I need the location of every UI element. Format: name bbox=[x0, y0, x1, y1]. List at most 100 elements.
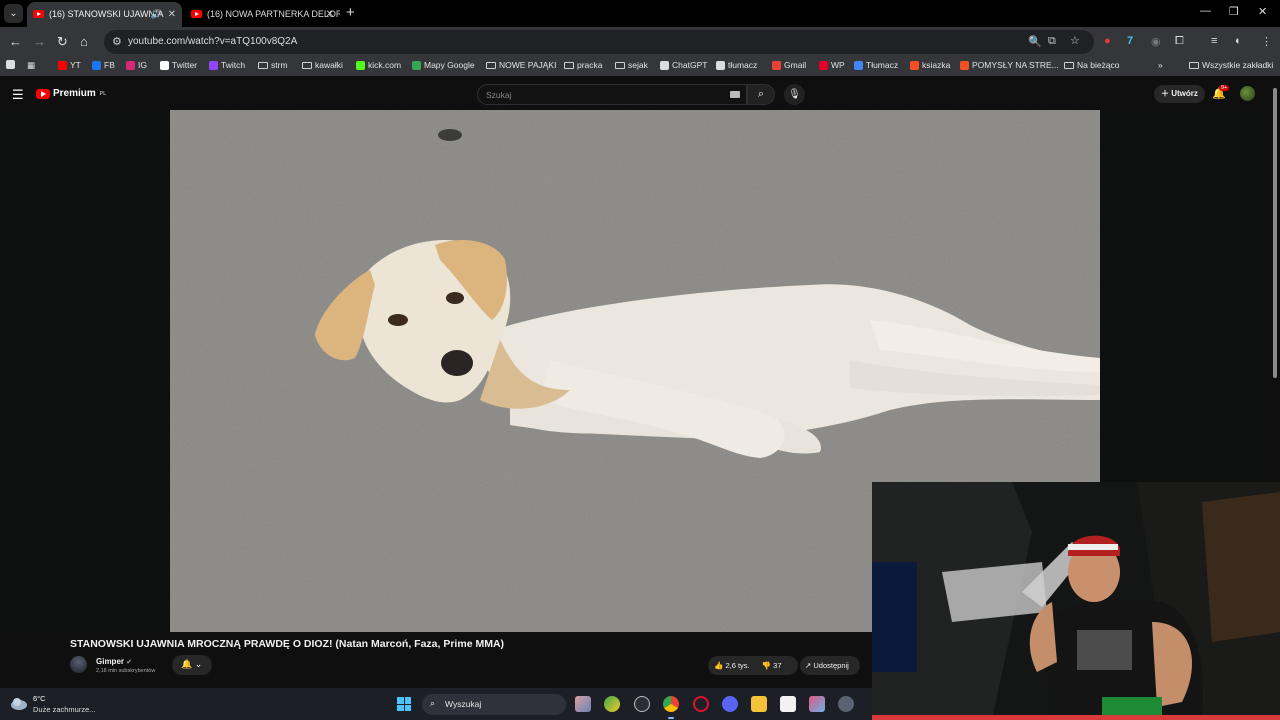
bookmark-strm[interactable]: strm bbox=[258, 60, 288, 70]
bookmark-kawałki[interactable]: kawałki bbox=[302, 60, 343, 70]
wooden-cabinet bbox=[1202, 492, 1280, 642]
back-icon[interactable]: ← bbox=[9, 34, 22, 49]
close-window-button[interactable]: ✕ bbox=[1258, 5, 1267, 18]
photo-app-icon[interactable] bbox=[575, 696, 591, 712]
record-extension-icon[interactable]: ● bbox=[1104, 35, 1111, 47]
more-bookmarks-icon[interactable]: » bbox=[1158, 60, 1163, 70]
media-app-icon[interactable] bbox=[809, 696, 825, 712]
file-explorer-icon[interactable] bbox=[751, 696, 767, 712]
settings-gear-icon[interactable] bbox=[838, 696, 854, 712]
close-tab-icon[interactable]: ✕ bbox=[168, 2, 176, 27]
channel-name[interactable]: Gimper ✔ bbox=[96, 657, 132, 666]
bookmark-ksiazka[interactable]: ksiazka bbox=[910, 60, 950, 70]
webcam-overlay bbox=[872, 482, 1280, 720]
bookmark-yt[interactable]: YT bbox=[58, 60, 81, 70]
kick-icon bbox=[356, 60, 365, 70]
forward-icon[interactable]: → bbox=[33, 34, 46, 49]
channel-avatar[interactable] bbox=[70, 656, 87, 673]
address-bar[interactable]: ⚙ youtube.com/watch?v=aTQ100v8Q2A 🔍 ⧉ ☆ bbox=[104, 30, 1094, 54]
translate-icon bbox=[854, 60, 863, 70]
minimize-button[interactable]: — bbox=[1200, 5, 1211, 17]
shirt-print bbox=[1077, 630, 1132, 670]
share-icon: ↗ bbox=[805, 661, 812, 670]
discord-icon[interactable] bbox=[722, 696, 738, 712]
scrollbar-thumb[interactable] bbox=[1273, 88, 1277, 378]
x-icon bbox=[160, 60, 169, 70]
bookmark-star-icon[interactable]: ☆ bbox=[1070, 34, 1080, 47]
bookmark-ig[interactable]: IG bbox=[126, 60, 147, 70]
extensions-puzzle-icon[interactable]: ⧠ bbox=[1175, 35, 1184, 48]
youtube-premium-logo[interactable]: Premium PL bbox=[36, 88, 106, 99]
tab-stanowski[interactable]: (16) STANOWSKI UJAWNIA 🔊 ✕ bbox=[27, 2, 182, 27]
voice-search-button[interactable]: 🎙 bbox=[784, 84, 805, 105]
site-info-icon[interactable]: ⚙ bbox=[112, 35, 122, 48]
subscription-bell-button[interactable]: 🔔 ⌄ bbox=[172, 655, 212, 675]
windows-start-icon[interactable] bbox=[397, 697, 411, 711]
media-controls-icon[interactable]: ≡ bbox=[1211, 35, 1217, 47]
tab-nowa-partnerka[interactable]: (16) NOWA PARTNERKA DELOR ✕ bbox=[185, 2, 340, 27]
bookmark-nowe-pająki[interactable]: NOWE PAJĄKI bbox=[486, 60, 556, 70]
video-title: STANOWSKI UJAWNIA MROCZNĄ PRAWDĘ O DIOZ!… bbox=[70, 638, 505, 650]
mic-icon: 🎙 bbox=[788, 89, 801, 100]
extension-icon[interactable]: 7 bbox=[1127, 35, 1133, 47]
profile-icon[interactable]: ◐ bbox=[1235, 35, 1242, 47]
share-button[interactable]: ↗ Udostępnij bbox=[800, 656, 860, 675]
like-button[interactable]: 👍 2,6 tys. bbox=[714, 656, 750, 675]
bookmark-twitter[interactable]: Twitter bbox=[160, 60, 197, 70]
tab-groups-icon[interactable] bbox=[6, 60, 15, 69]
like-dislike-group: 👍 2,6 tys. 👎 37 bbox=[708, 656, 798, 675]
temperature: 6°C bbox=[33, 694, 46, 703]
search-input[interactable]: Szukaj bbox=[477, 84, 747, 105]
shield-app-icon[interactable] bbox=[604, 696, 620, 712]
bookmark-chatgpt[interactable]: ChatGPT bbox=[660, 60, 707, 70]
speaker-icon[interactable]: 🔊 bbox=[151, 2, 162, 27]
search-icon: ⌕ bbox=[430, 698, 436, 708]
steam-icon[interactable] bbox=[634, 696, 650, 712]
user-avatar[interactable] bbox=[1240, 86, 1255, 101]
zoom-icon[interactable]: 🔍 bbox=[1028, 35, 1042, 48]
bookmark-twitch[interactable]: Twitch bbox=[209, 60, 245, 70]
hamburger-menu-icon[interactable]: ☰ bbox=[12, 87, 24, 103]
chrome-icon[interactable] bbox=[663, 696, 679, 712]
apps-grid-icon[interactable]: ▦ bbox=[27, 60, 35, 71]
home-icon[interactable]: ⌂ bbox=[80, 34, 88, 49]
bookmark-tłumacz[interactable]: tłumacz bbox=[716, 60, 757, 70]
tab-title: (16) NOWA PARTNERKA DELOR bbox=[207, 9, 340, 19]
windows-icon bbox=[960, 60, 969, 70]
reload-icon[interactable]: ↻ bbox=[57, 34, 68, 50]
folder-icon bbox=[615, 61, 625, 69]
maximize-button[interactable]: ❐ bbox=[1229, 5, 1239, 18]
dog-nose bbox=[441, 350, 473, 376]
create-button[interactable]: ＋ Utwórz bbox=[1154, 85, 1205, 103]
folder-icon bbox=[486, 61, 496, 69]
capcut-icon[interactable] bbox=[780, 696, 796, 712]
extension-icon[interactable]: ◉ bbox=[1151, 35, 1161, 48]
search-button[interactable]: ⌕ bbox=[747, 84, 775, 105]
thumb-up-icon: 👍 bbox=[714, 661, 724, 670]
bookmark-na-bieżąco[interactable]: Na bieżąco bbox=[1064, 60, 1120, 70]
cast-icon[interactable]: ⧉ bbox=[1048, 35, 1056, 48]
new-tab-button[interactable]: + bbox=[346, 4, 355, 21]
bookmark-wp[interactable]: WP bbox=[819, 60, 845, 70]
tab-search-button[interactable]: ⌄ bbox=[4, 4, 23, 23]
dislike-button[interactable]: 👎 37 bbox=[762, 656, 782, 675]
bookmark-fb[interactable]: FB bbox=[92, 60, 115, 70]
close-tab-icon[interactable]: ✕ bbox=[326, 2, 334, 27]
bookmark-tłumacz[interactable]: Tłumacz bbox=[854, 60, 898, 70]
all-bookmarks-button[interactable]: Wszystkie zakładki bbox=[1189, 60, 1273, 70]
url-text: youtube.com/watch?v=aTQ100v8Q2A bbox=[128, 36, 298, 47]
maps-icon bbox=[412, 60, 421, 70]
taskbar-search[interactable]: ⌕ Wyszukaj bbox=[422, 694, 566, 715]
bookmark-gmail[interactable]: Gmail bbox=[772, 60, 806, 70]
active-app-indicator bbox=[668, 717, 674, 719]
keyboard-icon[interactable] bbox=[730, 91, 740, 98]
bookmark-kick-com[interactable]: kick.com bbox=[356, 60, 401, 70]
menu-icon[interactable]: ⋮ bbox=[1261, 35, 1272, 48]
bookmark-mapy-google[interactable]: Mapy Google bbox=[412, 60, 475, 70]
cloudy-weather-icon[interactable] bbox=[10, 696, 28, 710]
bookmark-pomysły-na-stre[interactable]: POMYSŁY NA STRE... bbox=[960, 60, 1059, 70]
folder-icon bbox=[564, 61, 574, 69]
bookmark-pracka[interactable]: pracka bbox=[564, 60, 603, 70]
bookmark-sejak[interactable]: sejak bbox=[615, 60, 648, 70]
opera-icon[interactable] bbox=[693, 696, 709, 712]
